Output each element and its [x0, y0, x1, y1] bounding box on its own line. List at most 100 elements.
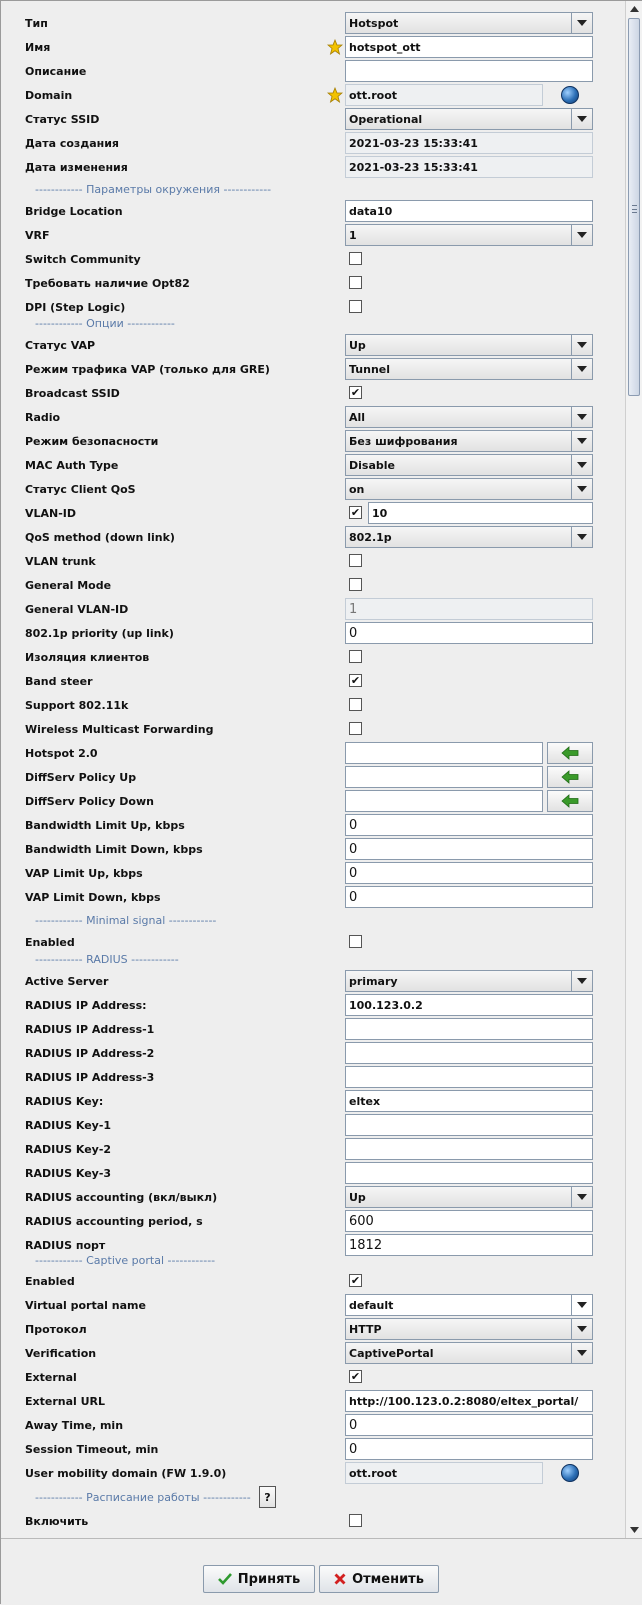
row-modified: Дата изменения 2021-03-23 15:33:41 [1, 155, 625, 179]
security-mode-select[interactable]: Без шифрования [345, 430, 593, 452]
scroll-down-icon[interactable] [628, 1524, 640, 1536]
general-vlan-id-field: 1 [345, 598, 593, 620]
vrf-select[interactable]: 1 [345, 224, 593, 246]
virtual-portal-label: Virtual portal name [25, 1298, 146, 1312]
radius-key-label: RADIUS Key: [25, 1094, 104, 1108]
active-server-select[interactable]: primary [345, 970, 593, 992]
radius-accounting-label: RADIUS accounting (вкл/выкл) [25, 1190, 218, 1204]
diffserv-up-input[interactable] [345, 766, 543, 788]
radius-key-input[interactable]: eltex [345, 1090, 593, 1112]
row-opt82: Требовать наличие Opt82 [1, 271, 625, 295]
hotspot20-select-button[interactable] [547, 742, 593, 764]
row-hotspot20: Hotspot 2.0 [1, 741, 625, 765]
scroll-up-icon[interactable] [628, 3, 640, 15]
row-client-qos: Статус Client QoS on [1, 477, 625, 501]
cancel-button-label: Отменить [352, 1571, 424, 1587]
hotspot20-input[interactable] [345, 742, 543, 764]
mobility-domain-field: ott.root [345, 1462, 543, 1484]
general-mode-checkbox[interactable] [349, 578, 362, 591]
dpi-checkbox[interactable] [349, 300, 362, 313]
mac-auth-type-select[interactable]: Disable [345, 454, 593, 476]
opt82-checkbox[interactable] [349, 276, 362, 289]
accept-button[interactable]: Принять [203, 1565, 315, 1593]
diffserv-up-select-button[interactable] [547, 766, 593, 788]
type-select[interactable]: Hotspot [345, 12, 593, 34]
ssid-status-value: Operational [349, 112, 423, 126]
chevron-down-icon [571, 13, 592, 33]
row-broadcast-ssid: Broadcast SSID ✔ [1, 381, 625, 405]
bw-up-input[interactable]: 0 [345, 814, 593, 836]
schedule-enable-checkbox[interactable] [349, 1514, 362, 1527]
vap-up-label: VAP Limit Up, kbps [25, 866, 143, 880]
radius-ip3-input[interactable] [345, 1066, 593, 1088]
minsig-enabled-checkbox[interactable] [349, 935, 362, 948]
mac-auth-type-value: Disable [349, 458, 395, 472]
radius-key2-input[interactable] [345, 1138, 593, 1160]
vap-traffic-mode-select[interactable]: Tunnel [345, 358, 593, 380]
vlan-id-checkbox[interactable]: ✔ [349, 506, 362, 519]
external-url-input[interactable]: http://100.123.0.2:8080/eltex_portal/ [345, 1390, 593, 1412]
section-environment: ------------ Параметры окружения -------… [1, 181, 625, 197]
band-steer-checkbox[interactable]: ✔ [349, 674, 362, 687]
grip-icon [632, 205, 637, 213]
bw-down-input[interactable]: 0 [345, 838, 593, 860]
name-input[interactable]: hotspot_ott [345, 36, 593, 58]
scrollbar-thumb[interactable] [628, 18, 640, 396]
row-security-mode: Режим безопасности Без шифрования [1, 429, 625, 453]
radio-select[interactable]: All [345, 406, 593, 428]
radius-ip2-input[interactable] [345, 1042, 593, 1064]
mac-auth-type-label: MAC Auth Type [25, 458, 119, 472]
mobility-domain-label: User mobility domain (FW 1.9.0) [25, 1466, 227, 1480]
vertical-scrollbar[interactable] [625, 1, 642, 1538]
qos-method-select[interactable]: 802.1p [345, 526, 593, 548]
vap-status-select[interactable]: Up [345, 334, 593, 356]
client-qos-select[interactable]: on [345, 478, 593, 500]
verification-select[interactable]: CaptivePortal [345, 1342, 593, 1364]
priority-up-label: 802.1p priority (up link) [25, 626, 174, 640]
schedule-help-button[interactable]: ? [259, 1486, 276, 1508]
priority-up-input[interactable]: 0 [345, 622, 593, 644]
protocol-select[interactable]: HTTP [345, 1318, 593, 1340]
chevron-down-icon [571, 1295, 592, 1315]
session-timeout-input[interactable]: 0 [345, 1438, 593, 1460]
virtual-portal-value: default [349, 1298, 394, 1312]
client-isolation-checkbox[interactable] [349, 650, 362, 663]
support-80211k-checkbox[interactable] [349, 698, 362, 711]
bridge-location-input[interactable]: data10 [345, 200, 593, 222]
ssid-status-select[interactable]: Operational [345, 108, 593, 130]
vap-up-input[interactable]: 0 [345, 862, 593, 884]
vlan-trunk-checkbox[interactable] [349, 554, 362, 567]
diffserv-down-select-button[interactable] [547, 790, 593, 812]
row-radius-key1: RADIUS Key-1 [1, 1113, 625, 1137]
vap-traffic-mode-value: Tunnel [349, 362, 391, 376]
chevron-down-icon [571, 1343, 592, 1363]
captive-enabled-checkbox[interactable]: ✔ [349, 1274, 362, 1287]
diffserv-down-input[interactable] [345, 790, 543, 812]
vlan-id-input[interactable]: 10 [368, 502, 593, 524]
protocol-value: HTTP [349, 1322, 382, 1336]
switch-community-checkbox[interactable] [349, 252, 362, 265]
description-input[interactable] [345, 60, 593, 82]
row-name: Имя hotspot_ott [1, 35, 625, 59]
radius-acc-period-input[interactable]: 600 [345, 1210, 593, 1232]
away-time-input[interactable]: 0 [345, 1414, 593, 1436]
wmf-checkbox[interactable] [349, 722, 362, 735]
globe-icon[interactable] [561, 1464, 579, 1482]
radius-ip-input[interactable]: 100.123.0.2 [345, 994, 593, 1016]
radius-key1-input[interactable] [345, 1114, 593, 1136]
row-vap-status: Статус VAP Up [1, 333, 625, 357]
radius-ip1-input[interactable] [345, 1018, 593, 1040]
globe-icon[interactable] [561, 86, 579, 104]
radius-key3-input[interactable] [345, 1162, 593, 1184]
broadcast-ssid-checkbox[interactable]: ✔ [349, 386, 362, 399]
external-checkbox[interactable]: ✔ [349, 1370, 362, 1383]
row-diffserv-down: DiffServ Policy Down [1, 789, 625, 813]
virtual-portal-select[interactable]: default [345, 1294, 593, 1316]
vap-down-input[interactable]: 0 [345, 886, 593, 908]
row-captive-enabled: Enabled ✔ [1, 1269, 625, 1293]
radius-accounting-select[interactable]: Up [345, 1186, 593, 1208]
row-support-80211k: Support 802.11k [1, 693, 625, 717]
row-bw-down: Bandwidth Limit Down, kbps 0 [1, 837, 625, 861]
cancel-button[interactable]: Отменить [319, 1565, 439, 1593]
arrow-left-icon [561, 794, 579, 808]
